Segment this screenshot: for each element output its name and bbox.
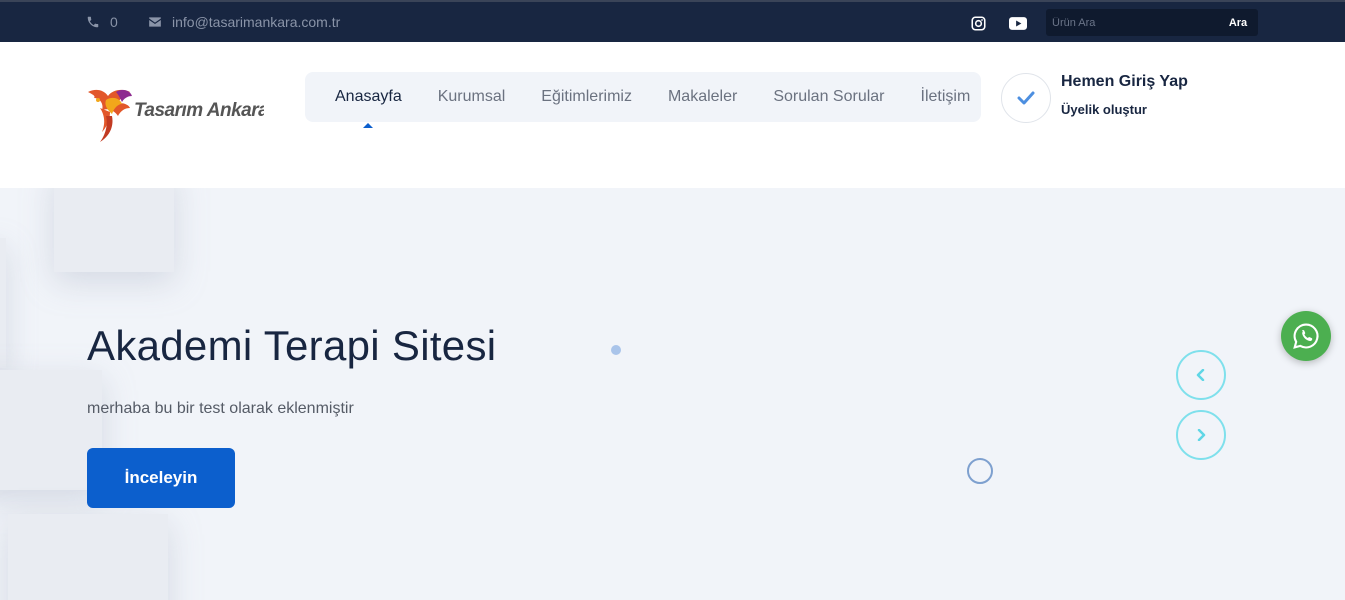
- slider-prev-button[interactable]: [1176, 350, 1226, 400]
- email-address: info@tasarimankara.com.tr: [172, 14, 341, 30]
- login-button[interactable]: [1001, 73, 1051, 123]
- top-bar: 0 info@tasarimankara.com.tr Ara: [0, 0, 1345, 42]
- hero-subtitle: merhaba bu bir test olarak eklenmiştir: [87, 400, 354, 417]
- site-header: Tasarım Ankara Anasayfa Kurumsal Eğitiml…: [0, 42, 1345, 188]
- logo-text: Tasarım Ankara: [134, 100, 264, 121]
- chevron-right-icon: [1197, 429, 1206, 441]
- phone-icon: [87, 16, 99, 28]
- chevron-left-icon: [1196, 369, 1205, 381]
- check-icon: [1017, 91, 1035, 105]
- whatsapp-icon: [1293, 323, 1319, 349]
- decorative-square: [54, 188, 174, 272]
- decorative-square: [8, 514, 168, 600]
- slider-next-button[interactable]: [1176, 410, 1226, 460]
- nav-item-kurumsal[interactable]: Kurumsal: [420, 88, 524, 106]
- hero-slider: Akademi Terapi Sitesi merhaba bu bir tes…: [0, 188, 1345, 600]
- phoenix-logo-icon: Tasarım Ankara: [88, 89, 270, 142]
- nav-item-egitimlerimiz[interactable]: Eğitimlerimiz: [523, 88, 650, 106]
- site-logo[interactable]: Tasarım Ankara: [86, 86, 270, 144]
- hero-title: Akademi Terapi Sitesi: [87, 322, 497, 369]
- search-button[interactable]: Ara: [1218, 9, 1258, 36]
- phone-number: 0: [110, 14, 118, 30]
- phone-contact[interactable]: 0: [86, 14, 118, 30]
- envelope-icon: [149, 17, 161, 27]
- search-input[interactable]: [1046, 9, 1218, 36]
- register-link[interactable]: Üyelik oluştur: [1061, 102, 1147, 117]
- decorative-dot: [611, 345, 621, 355]
- decorative-square: [0, 238, 6, 368]
- product-search: Ara: [1046, 9, 1258, 36]
- youtube-icon: [1009, 16, 1027, 30]
- instagram-link[interactable]: [969, 14, 987, 32]
- main-nav: Anasayfa Kurumsal Eğitimlerimiz Makalele…: [305, 72, 981, 128]
- explore-button[interactable]: İnceleyin: [87, 448, 235, 508]
- nav-item-sorulan-sorular[interactable]: Sorulan Sorular: [755, 88, 902, 106]
- whatsapp-button[interactable]: [1281, 311, 1331, 361]
- email-contact[interactable]: info@tasarimankara.com.tr: [148, 14, 340, 30]
- nav-item-makaleler[interactable]: Makaleler: [650, 88, 755, 106]
- youtube-link[interactable]: [1009, 14, 1027, 32]
- instagram-icon: [970, 15, 986, 31]
- decorative-ring: [967, 458, 993, 484]
- login-link[interactable]: Hemen Giriş Yap: [1061, 73, 1188, 91]
- nav-item-anasayfa[interactable]: Anasayfa: [317, 88, 420, 128]
- nav-item-iletisim[interactable]: İletişim: [903, 88, 989, 106]
